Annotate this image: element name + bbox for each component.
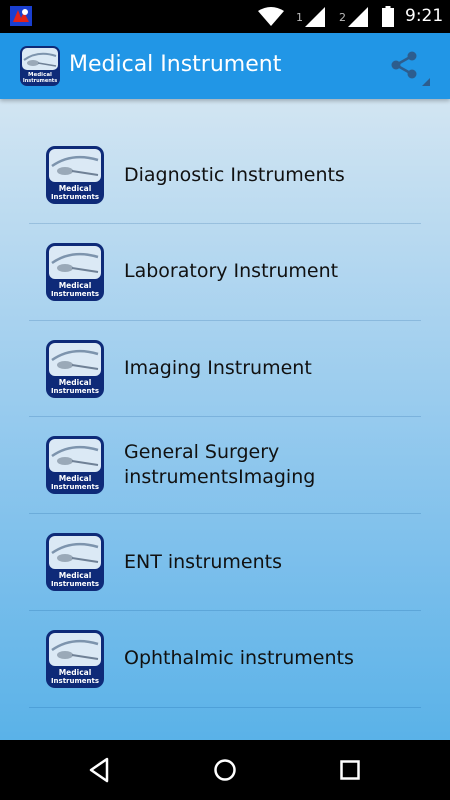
- thumb-text-medical: Medical: [59, 281, 92, 290]
- thumb-text-instruments: Instruments: [51, 677, 99, 685]
- list-item-ophthalmic-instruments[interactable]: Medical Instruments Ophthalmic instrumen…: [29, 611, 421, 708]
- thumb-text-medical: Medical: [59, 571, 92, 580]
- content-area: Medical Instruments Diagnostic Instrumen…: [0, 99, 450, 740]
- list-item-diagnostic-instruments[interactable]: Medical Instruments Diagnostic Instrumen…: [29, 127, 421, 224]
- medical-instruments-thumbnail-icon: Medical Instruments: [46, 436, 104, 495]
- list-item-label: Laboratory Instrument: [124, 260, 339, 283]
- medical-instruments-thumbnail-icon: Medical Instruments: [46, 242, 104, 301]
- thumb-text-medical: Medical: [59, 378, 92, 387]
- home-icon[interactable]: [210, 755, 240, 785]
- list-item-label: Imaging Instrument: [124, 357, 312, 380]
- list-item-general-surgery-instruments[interactable]: Medical Instruments General Surgery inst…: [29, 417, 421, 515]
- thumb-text-instruments: Instruments: [51, 483, 99, 491]
- list-item-label: Ophthalmic instruments: [124, 647, 354, 670]
- medical-instruments-thumbnail-icon: Medical Instruments: [46, 146, 104, 204]
- thumb-text-instruments: Instruments: [51, 290, 99, 298]
- instrument-list: Medical Instruments Diagnostic Instrumen…: [0, 127, 450, 708]
- medical-instruments-thumbnail-icon: Medical Instruments: [46, 629, 104, 688]
- list-item-laboratory-instrument[interactable]: Medical Instruments Laboratory Instrumen…: [29, 224, 421, 321]
- medical-instruments-thumbnail-icon: Medical Instruments: [46, 533, 104, 592]
- thumb-text-instruments: Instruments: [51, 580, 99, 588]
- sim2-label: 2: [339, 11, 346, 24]
- wifi-icon: [258, 7, 284, 26]
- list-item-label: General Surgery instrumentsImaging: [124, 441, 316, 489]
- status-bar: 1 2 9:21: [0, 0, 450, 33]
- recents-icon[interactable]: [335, 755, 365, 785]
- logo-text-instruments: Instruments: [23, 78, 57, 84]
- clock: 9:21: [405, 6, 444, 26]
- app-notification-icon: [10, 6, 32, 26]
- thumb-text-medical: Medical: [59, 474, 92, 483]
- list-item-label: ENT instruments: [124, 550, 282, 573]
- signal-icon: [305, 7, 325, 27]
- back-icon[interactable]: [85, 755, 115, 785]
- thumb-text-instruments: Instruments: [51, 387, 99, 395]
- share-icon: [391, 51, 417, 79]
- thumb-text-medical: Medical: [59, 184, 92, 193]
- medical-instruments-logo-icon: Medical Instruments: [20, 46, 60, 86]
- share-button[interactable]: [388, 46, 434, 88]
- signal-icon: [348, 7, 368, 27]
- list-item-ent-instruments[interactable]: Medical Instruments ENT instruments: [29, 514, 421, 611]
- app-bar: Medical Instruments Medical Instrument: [0, 33, 450, 99]
- sim1-label: 1: [296, 11, 303, 24]
- battery-icon: [382, 6, 394, 27]
- list-item-imaging-instrument[interactable]: Medical Instruments Imaging Instrument: [29, 321, 421, 418]
- medical-instruments-thumbnail-icon: Medical Instruments: [46, 339, 104, 398]
- thumb-text-medical: Medical: [59, 668, 92, 677]
- thumb-text-instruments: Instruments: [51, 193, 99, 201]
- navigation-bar: [0, 740, 450, 800]
- list-item-label: Diagnostic Instruments: [124, 163, 345, 186]
- app-title: Medical Instrument: [69, 52, 282, 77]
